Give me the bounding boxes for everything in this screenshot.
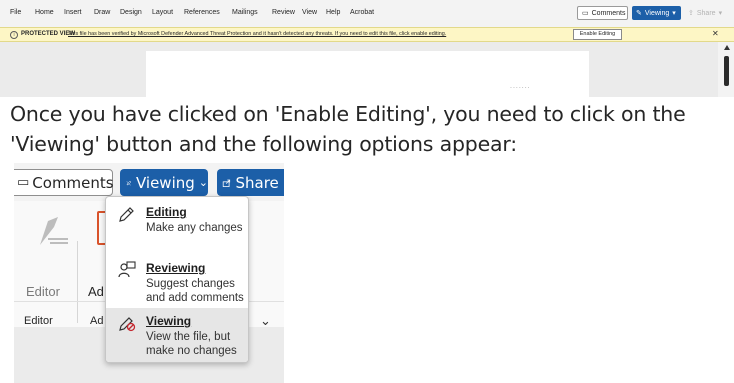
comments-button[interactable]: ▭ Comments xyxy=(14,169,114,196)
word-screenshot-top: File Home Insert Draw Design Layout Refe… xyxy=(0,0,734,97)
menu-layout[interactable]: Layout xyxy=(152,9,173,16)
protected-view-message[interactable]: This file has been verified by Microsoft… xyxy=(68,31,446,37)
option-title: Editing xyxy=(146,205,187,219)
editor-button-label[interactable]: Editor xyxy=(26,284,60,299)
comments-label: Comments xyxy=(591,9,626,17)
enable-editing-button[interactable]: Enable Editing xyxy=(573,29,622,40)
comments-button[interactable]: ▭ Comments xyxy=(577,6,628,20)
viewing-icon xyxy=(119,317,136,332)
menu-references[interactable]: References xyxy=(184,9,220,16)
option-editing[interactable]: Editing Make any changes xyxy=(106,199,248,245)
option-title: Viewing xyxy=(146,314,192,328)
close-icon[interactable]: ✕ xyxy=(712,29,719,38)
chevron-down-icon: ▾ xyxy=(672,10,676,17)
pencil-icon xyxy=(119,207,134,222)
chevron-down-icon: ▾ xyxy=(718,10,723,17)
ad-button-label[interactable]: Ad xyxy=(88,284,104,299)
option-reviewing[interactable]: Reviewing Suggest changes and add commen… xyxy=(106,255,248,307)
ribbon-group-divider xyxy=(77,241,78,323)
menu-mailings[interactable]: Mailings xyxy=(232,9,258,16)
chevron-down-icon: ⌄ xyxy=(198,176,208,189)
option-title: Reviewing xyxy=(146,261,206,275)
menu-review[interactable]: Review xyxy=(272,9,295,16)
menu-home[interactable]: Home xyxy=(35,9,54,16)
pencil-slash-icon: ✎ xyxy=(636,10,642,17)
share-icon: ⇪ xyxy=(688,10,694,17)
menu-file[interactable]: File xyxy=(10,9,21,16)
document-dots: ....... xyxy=(510,83,531,90)
viewing-label: Viewing xyxy=(135,173,195,192)
pencil-slash-icon xyxy=(126,180,132,185)
share-button[interactable]: Share ⌄ xyxy=(217,169,284,196)
ribbon-group-ad: Ad xyxy=(90,315,104,327)
protected-view-bar: i PROTECTED VIEW This file has been veri… xyxy=(0,27,734,42)
menu-help[interactable]: Help xyxy=(326,9,340,16)
menu-view[interactable]: View xyxy=(302,9,317,16)
comments-label: Comments xyxy=(32,173,114,192)
share-button[interactable]: ⇪ Share ▾ xyxy=(684,6,728,20)
chevron-down-icon: ⌄ xyxy=(283,176,284,189)
ribbon-group-editor: Editor xyxy=(24,315,53,327)
scrollbar-thumb[interactable] xyxy=(724,56,729,86)
scroll-up-arrow-icon[interactable] xyxy=(724,45,730,50)
instruction-text: Once you have clicked on 'Enable Editing… xyxy=(10,102,686,156)
menu-design[interactable]: Design xyxy=(120,9,142,16)
document-page[interactable] xyxy=(146,51,589,97)
editor-icon[interactable] xyxy=(36,213,70,247)
menu-acrobat[interactable]: Acrobat xyxy=(350,9,374,16)
share-icon xyxy=(222,179,231,187)
viewing-button[interactable]: ✎ Viewing ▾ xyxy=(632,6,681,20)
protected-view-title: PROTECTED VIEW xyxy=(21,31,76,37)
viewing-button[interactable]: Viewing ⌄ xyxy=(120,169,208,196)
share-label: Share xyxy=(235,173,279,192)
option-viewing[interactable]: Viewing View the file, but make no chang… xyxy=(106,308,248,362)
option-description: Suggest changes and add comments xyxy=(146,278,244,304)
option-description: View the file, but make no changes xyxy=(146,331,237,357)
share-label: Share xyxy=(696,9,716,17)
menu-draw[interactable]: Draw xyxy=(94,9,110,16)
viewing-mode-dropdown: Editing Make any changes Reviewing Sugge… xyxy=(105,196,249,363)
option-description: Make any changes xyxy=(146,222,243,234)
viewing-label: Viewing xyxy=(644,9,670,17)
comment-icon: ▭ xyxy=(17,175,30,190)
menu-insert[interactable]: Insert xyxy=(64,9,82,16)
review-icon xyxy=(118,261,136,278)
menu-bar: File Home Insert Draw Design Layout Refe… xyxy=(0,0,734,27)
comment-icon: ▭ xyxy=(582,10,589,17)
shield-icon: i xyxy=(10,31,18,39)
